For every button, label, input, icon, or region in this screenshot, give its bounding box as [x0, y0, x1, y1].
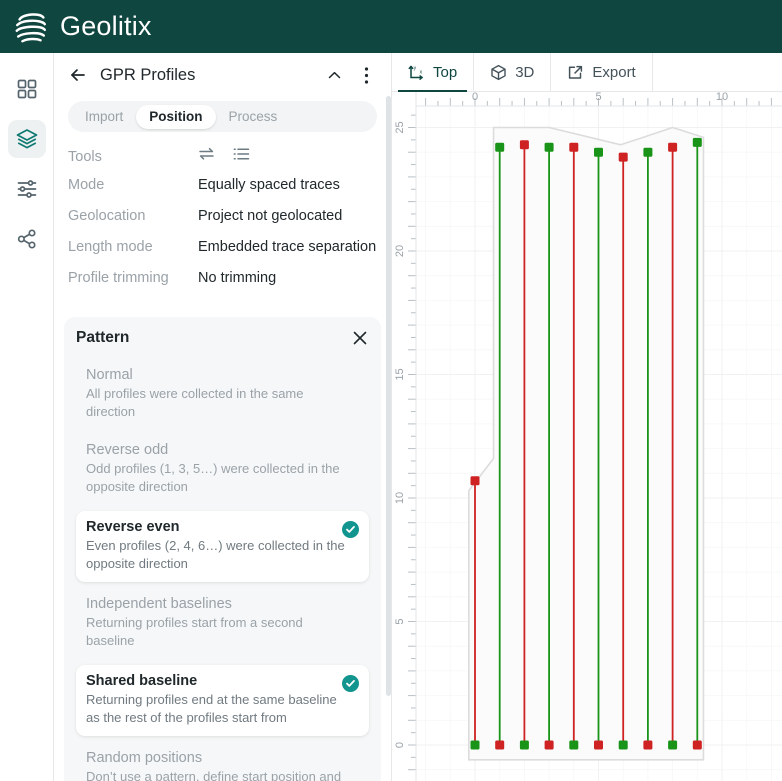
row-tools: Tools [68, 146, 377, 177]
panel-header: GPR Profiles [54, 53, 391, 97]
svg-text:10: 10 [394, 492, 406, 504]
svg-text:5: 5 [595, 92, 601, 103]
option-desc: Odd profiles (1, 3, 5…) were collected i… [86, 461, 340, 494]
cube-icon [491, 64, 506, 80]
svg-text:y: y [414, 65, 417, 71]
tab-import[interactable]: Import [72, 105, 136, 129]
list-icon[interactable] [233, 147, 250, 161]
icon-rail [0, 53, 54, 781]
pattern-option-normal[interactable]: Normal All profiles were collected in th… [76, 361, 369, 428]
row-profile-trimming: Profile trimming No trimming [68, 270, 377, 301]
settings-rows: Tools Mode Equally spaced traces Geoloca… [54, 146, 391, 301]
tab-3d[interactable]: 3D [474, 53, 552, 91]
collapse-button[interactable] [323, 64, 345, 86]
option-title: Independent baselines [86, 596, 232, 613]
brand-name: Geolitix [60, 11, 152, 41]
option-desc: Don’t use a pattern, define start positi… [86, 769, 342, 781]
option-title: Reverse odd [86, 442, 169, 459]
row-value[interactable]: Equally spaced traces [198, 177, 340, 193]
row-value[interactable]: No trimming [198, 270, 276, 286]
grid-icon [17, 79, 36, 99]
svg-text:10: 10 [716, 92, 728, 103]
close-icon[interactable] [351, 329, 369, 347]
swap-arrows-icon[interactable] [198, 146, 215, 161]
pattern-option-reverse-even[interactable]: Reverse even Even profiles (2, 4, 6…) we… [76, 511, 369, 583]
svg-text:15: 15 [394, 368, 406, 380]
row-label: Profile trimming [68, 270, 169, 286]
rail-item-layers[interactable] [7, 120, 46, 158]
option-title: Reverse even [86, 519, 180, 536]
row-length-mode: Length mode Embedded trace separation [68, 239, 377, 270]
option-desc: Returning profiles end at the same basel… [86, 692, 337, 725]
row-label: Tools [68, 149, 102, 165]
svg-text:5: 5 [394, 618, 406, 624]
pattern-option-random-positions[interactable]: Random positions Don’t use a pattern, de… [76, 744, 369, 781]
panel-menu-button[interactable] [355, 64, 377, 86]
svg-text:x: x [420, 69, 423, 75]
check-circle-icon [342, 675, 359, 693]
row-value[interactable]: Project not geolocated [198, 208, 342, 224]
rail-item-dashboard[interactable] [8, 70, 46, 108]
gpr-profiles-panel: GPR Profiles Import Position Process Too… [54, 53, 391, 781]
sliders-icon [17, 180, 36, 198]
layers-icon [16, 129, 37, 149]
top-view-plot[interactable]: 0 5 10 0 5 10 15 20 25 [392, 92, 782, 781]
share-icon [17, 229, 36, 249]
chevron-up-icon [328, 71, 340, 78]
axes-icon: y x [408, 65, 423, 80]
pattern-card: Pattern Normal All profiles were collect… [64, 317, 381, 781]
rail-item-share[interactable] [8, 220, 46, 258]
option-desc: All profiles were collected in the same … [86, 386, 304, 419]
tab-export[interactable]: Export [551, 53, 653, 91]
tab-top[interactable]: y x Top [392, 53, 475, 92]
viewer: y x Top 3D Export 0 5 10 0 5 10 15 20 25 [392, 53, 782, 781]
page-title: GPR Profiles [100, 65, 196, 84]
plot-canvas: 0 5 10 0 5 10 15 20 25 [394, 92, 782, 781]
row-label: Mode [68, 177, 105, 193]
row-label: Geolocation [68, 208, 146, 224]
arrow-left-icon[interactable] [68, 65, 88, 85]
row-geolocation: Geolocation Project not geolocated [68, 208, 377, 239]
svg-text:20: 20 [394, 245, 406, 257]
pattern-option-reverse-odd[interactable]: Reverse odd Odd profiles (1, 3, 5…) were… [76, 436, 369, 503]
row-label: Length mode [68, 239, 153, 255]
tab-position[interactable]: Position [136, 104, 216, 129]
pattern-option-independent-baselines[interactable]: Independent baselines Returning profiles… [76, 590, 369, 657]
pattern-title: Pattern [76, 329, 130, 346]
row-value[interactable]: Embedded trace separation [198, 239, 376, 255]
option-desc: Even profiles (2, 4, 6…) were collected … [86, 538, 345, 571]
svg-text:0: 0 [394, 742, 406, 748]
pattern-option-shared-baseline[interactable]: Shared baseline Returning profiles end a… [76, 665, 369, 737]
external-link-icon [569, 65, 583, 79]
option-desc: Returning profiles start from a second b… [86, 615, 303, 648]
tools-icons [198, 146, 250, 161]
kebab-menu-icon [364, 66, 368, 84]
rail-item-settings[interactable] [8, 170, 46, 208]
pattern-header: Pattern [76, 329, 369, 347]
tab-label: Top [433, 63, 458, 81]
tab-label: Export [592, 63, 636, 81]
brand-bar: Geolitix [0, 0, 782, 53]
app-root: Geolitix GPR Profiles Import Position Pr… [0, 0, 782, 781]
option-title: Normal [86, 367, 133, 383]
globe-stripes-icon [15, 12, 47, 42]
svg-text:0: 0 [472, 92, 478, 103]
option-title: Random positions [86, 750, 203, 767]
row-mode: Mode Equally spaced traces [68, 177, 377, 208]
tab-label: 3D [515, 63, 535, 81]
svg-text:25: 25 [394, 121, 406, 133]
check-circle-icon [342, 521, 359, 539]
option-title: Shared baseline [86, 673, 198, 690]
viewer-tabs: y x Top 3D Export [392, 53, 782, 92]
panel-tabs: Import Position Process [68, 101, 377, 132]
tab-process[interactable]: Process [216, 105, 291, 129]
